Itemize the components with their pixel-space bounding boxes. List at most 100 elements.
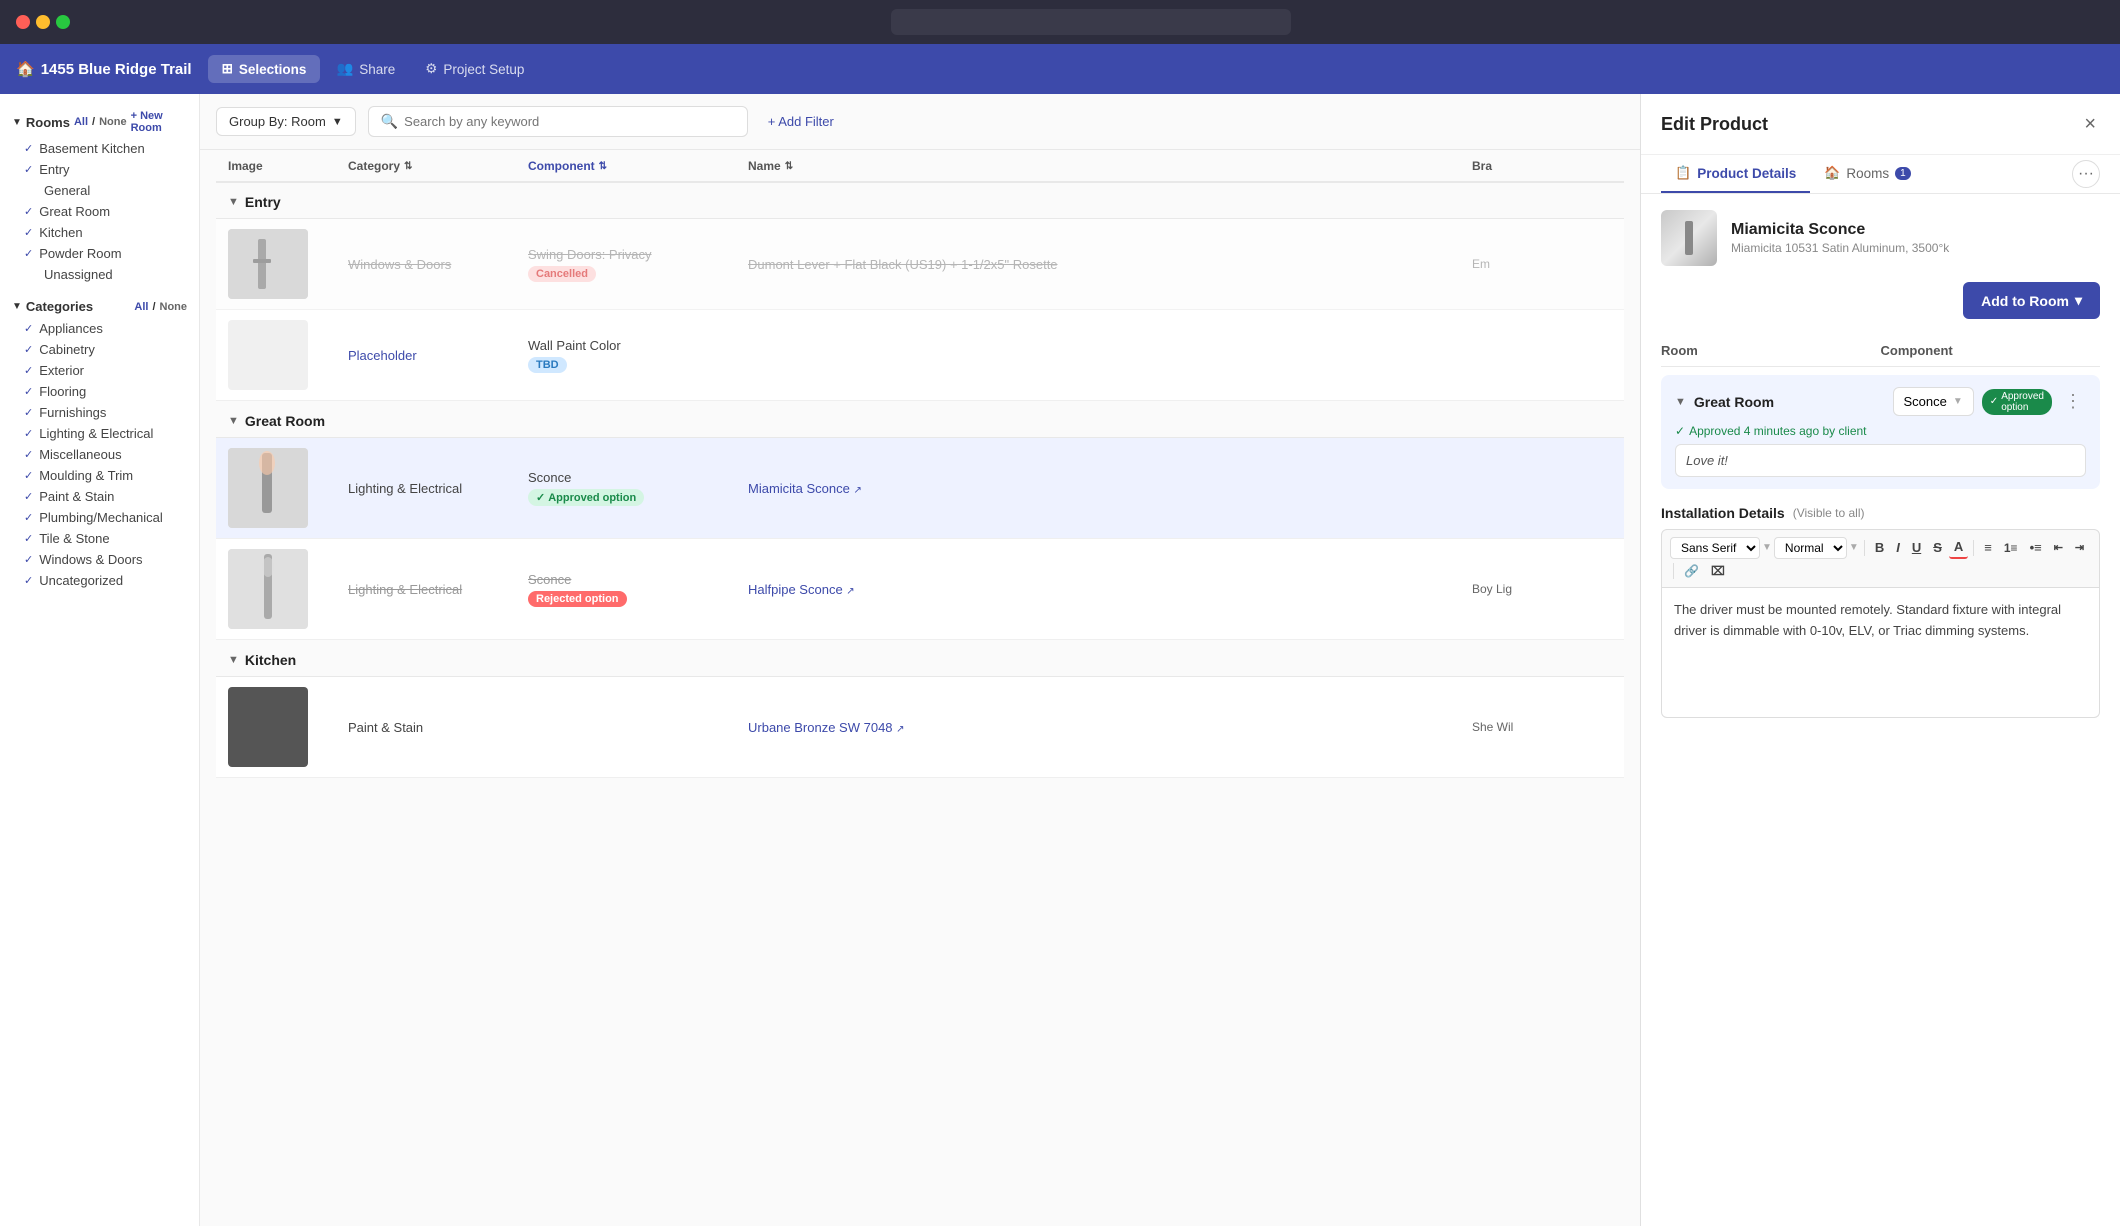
th-component[interactable]: Component ⇅ (528, 159, 748, 173)
sidebar-item-flooring[interactable]: ✓ Flooring (0, 381, 199, 402)
placeholder-link[interactable]: Placeholder (348, 348, 417, 363)
panel-header: Edit Product × (1641, 94, 2120, 155)
sidebar-item-appliances[interactable]: ✓ Appliances (0, 318, 199, 339)
row-category: Lighting & Electrical (348, 481, 528, 496)
check-icon: ✓ (24, 553, 33, 566)
tab-project-setup[interactable]: ⚙ Project Setup (411, 55, 538, 83)
underline-button[interactable]: U (1907, 537, 1926, 558)
bold-button[interactable]: B (1870, 537, 1889, 558)
indent-increase-button[interactable]: ⇥ (2070, 538, 2089, 557)
maximize-traffic-light[interactable] (56, 15, 70, 29)
row-category: Placeholder (348, 348, 528, 363)
tab-share[interactable]: 👥 Share (322, 55, 409, 83)
rooms-all-link[interactable]: All (74, 116, 88, 128)
check-icon: ✓ (24, 511, 33, 524)
sidebar-item-general[interactable]: General (0, 180, 199, 201)
indent-decrease-button[interactable]: ⇤ (2049, 538, 2068, 557)
italic-button[interactable]: I (1891, 537, 1905, 558)
check-icon: ✓ (24, 226, 33, 239)
th-name[interactable]: Name ⇅ (748, 159, 1472, 173)
new-room-link[interactable]: + New Room (131, 110, 187, 134)
tab-product-details[interactable]: 📋 Product Details (1661, 155, 1810, 193)
product-link[interactable]: Halfpipe Sconce (748, 582, 843, 597)
project-title: 🏠 1455 Blue Ridge Trail (16, 60, 192, 78)
more-options-button[interactable]: ··· (2072, 160, 2100, 188)
sidebar-item-great-room[interactable]: ✓ Great Room (0, 201, 199, 222)
th-category[interactable]: Category ⇅ (348, 159, 528, 173)
unordered-list-button[interactable]: •≡ (2025, 537, 2047, 558)
link-button[interactable]: 🔗 (1679, 561, 1704, 581)
font-size-select[interactable]: Normal (1774, 537, 1847, 559)
panel-body: Miamicita Sconce Miamicita 10531 Satin A… (1641, 194, 2120, 1226)
product-link[interactable]: Miamicita Sconce (748, 481, 850, 496)
sidebar-item-windows[interactable]: ✓ Windows & Doors (0, 549, 199, 570)
check-icon: ✓ (24, 574, 33, 587)
sidebar-item-lighting[interactable]: ✓ Lighting & Electrical (0, 423, 199, 444)
product-info: Miamicita Sconce Miamicita 10531 Satin A… (1731, 221, 1949, 255)
check-icon: ✓ (24, 406, 33, 419)
font-family-select[interactable]: Sans Serif (1670, 537, 1760, 559)
ordered-list-button[interactable]: 1≡ (1999, 538, 2023, 558)
tab-selections[interactable]: ⊞ Selections (208, 55, 321, 83)
table-container: Image Category ⇅ Component ⇅ Name ⇅ Bra … (200, 150, 1640, 794)
row-name: Halfpipe Sconce ↗ (748, 582, 1472, 597)
categories-none-link[interactable]: None (160, 301, 188, 313)
status-badge: Cancelled (528, 266, 596, 282)
sidebar-item-furnishings[interactable]: ✓ Furnishings (0, 402, 199, 423)
table-row[interactable]: Placeholder Wall Paint Color TBD (216, 310, 1624, 401)
tab-rooms[interactable]: 🏠 Rooms 1 (1810, 155, 1925, 193)
close-panel-button[interactable]: × (2080, 110, 2100, 138)
search-input[interactable] (404, 114, 735, 129)
clear-format-button[interactable]: ⌧ (1706, 561, 1730, 581)
check-icon: ✓ (24, 385, 33, 398)
section-collapse-icon[interactable]: ▼ (228, 196, 239, 208)
sidebar-item-plumbing[interactable]: ✓ Plumbing/Mechanical (0, 507, 199, 528)
sidebar-categories-header: ▼ Categories All / None (0, 295, 199, 318)
sidebar-item-exterior[interactable]: ✓ Exterior (0, 360, 199, 381)
titlebar-search (891, 9, 1291, 35)
sidebar-item-unassigned[interactable]: Unassigned (0, 264, 199, 285)
sidebar-item-basement-kitchen[interactable]: ✓ Basement Kitchen (0, 138, 199, 159)
close-traffic-light[interactable] (16, 15, 30, 29)
categories-all-link[interactable]: All (134, 301, 148, 313)
sidebar-item-uncategorized[interactable]: ✓ Uncategorized (0, 570, 199, 591)
sidebar-item-kitchen[interactable]: ✓ Kitchen (0, 222, 199, 243)
product-link[interactable]: Urbane Bronze SW 7048 (748, 720, 893, 735)
section-collapse-icon[interactable]: ▼ (228, 415, 239, 427)
group-by-button[interactable]: Group By: Room ▼ (216, 107, 356, 136)
app: 🏠 1455 Blue Ridge Trail ⊞ Selections 👥 S… (0, 44, 2120, 1226)
collapse-icon[interactable]: ▼ (1675, 396, 1686, 408)
add-filter-button[interactable]: + Add Filter (760, 108, 842, 135)
chevron-down-icon: ▼ (12, 117, 22, 128)
table-row[interactable]: Lighting & Electrical Sconce Rejected op… (216, 539, 1624, 640)
sidebar-item-paint[interactable]: ✓ Paint & Stain (0, 486, 199, 507)
sidebar-item-tile[interactable]: ✓ Tile & Stone (0, 528, 199, 549)
check-icon: ✓ (24, 532, 33, 545)
sidebar-item-powder-room[interactable]: ✓ Powder Room (0, 243, 199, 264)
add-to-room-button[interactable]: Add to Room ▾ (1963, 282, 2100, 319)
section-collapse-icon[interactable]: ▼ (228, 654, 239, 666)
section-header-great-room: ▼ Great Room (216, 401, 1624, 438)
rooms-none-link[interactable]: None (99, 116, 127, 128)
row-thumb (228, 229, 348, 299)
minimize-traffic-light[interactable] (36, 15, 50, 29)
align-left-button[interactable]: ≡ (1979, 537, 1997, 558)
table-row[interactable]: Paint & Stain Urbane Bronze SW 7048 ↗ Sh… (216, 677, 1624, 778)
sidebar-item-misc[interactable]: ✓ Miscellaneous (0, 444, 199, 465)
ellipsis-icon: ··· (2078, 165, 2094, 183)
sidebar-item-cabinetry[interactable]: ✓ Cabinetry (0, 339, 199, 360)
row-component: Swing Doors: Privacy Cancelled (528, 247, 748, 282)
editor-content[interactable]: The driver must be mounted remotely. Sta… (1661, 588, 2100, 718)
row-name: Dumont Lever + Flat Black (US19) + 1-1/2… (748, 257, 1472, 272)
product-thumbnail (1661, 210, 1717, 266)
component-dropdown[interactable]: Sconce ▼ (1893, 387, 1974, 416)
table-row[interactable]: Lighting & Electrical Sconce ✓ Approved … (216, 438, 1624, 539)
approval-status: ✓ Approved 4 minutes ago by client (1675, 424, 2086, 438)
room-more-button[interactable]: ⋮ (2060, 389, 2086, 414)
strikethrough-button[interactable]: S (1928, 537, 1947, 558)
table-row[interactable]: Windows & Doors Swing Doors: Privacy Can… (216, 219, 1624, 310)
sidebar-item-entry[interactable]: ✓ Entry (0, 159, 199, 180)
text-color-button[interactable]: A (1949, 536, 1968, 559)
sidebar-item-moulding[interactable]: ✓ Moulding & Trim (0, 465, 199, 486)
check-icon: ✓ (24, 448, 33, 461)
